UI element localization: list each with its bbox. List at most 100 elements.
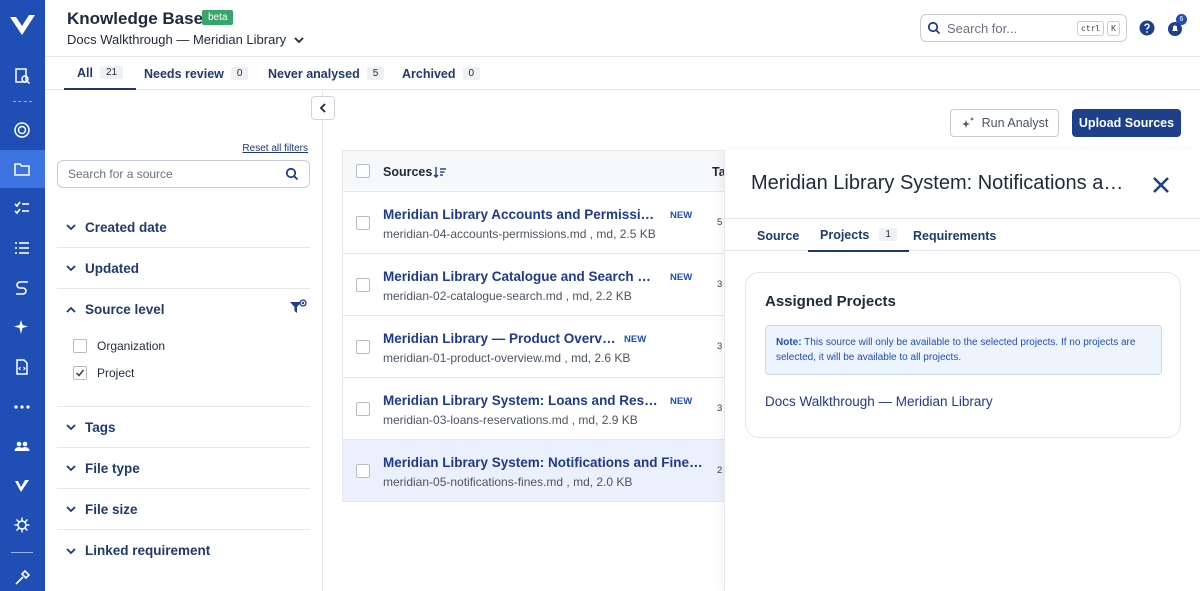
document-code-icon[interactable] (11, 356, 33, 378)
filter-file-size[interactable]: File size (57, 489, 310, 530)
chevron-up-icon (66, 306, 76, 313)
table-row[interactable]: Meridian Library Catalogue and Search Fu… (343, 254, 741, 316)
row-checkbox[interactable] (356, 340, 370, 354)
table-row[interactable]: Meridian Library System: Loans and Reser… (343, 378, 741, 440)
note-callout: Note: This source will only be available… (765, 325, 1162, 375)
chevron-down-icon (66, 506, 76, 513)
table-row[interactable]: Meridian Library Accounts and Permission… (343, 192, 741, 254)
page-title: Knowledge Base (67, 9, 204, 28)
filter-created-date[interactable]: Created date (57, 207, 310, 248)
search-placeholder: Search for... (947, 20, 1018, 36)
nav-rail (0, 0, 45, 591)
folder-icon[interactable] (11, 158, 33, 180)
chevron-down-icon (66, 424, 76, 431)
sparkle-icon[interactable] (11, 316, 33, 338)
assigned-projects-card: Assigned Projects Note: This source will… (745, 272, 1181, 438)
source-title[interactable]: Meridian Library — Product Overview (383, 331, 618, 346)
tag-count: 3 (717, 341, 723, 352)
tab-label: Source (757, 228, 800, 243)
tab-archived[interactable]: Archived 0 (402, 57, 481, 90)
tag-count: 3 (717, 279, 723, 290)
filter-linked-requirement[interactable]: Linked requirement (57, 530, 310, 571)
tab-requirements[interactable]: Requirements (913, 219, 996, 252)
tab-source[interactable]: Source (757, 219, 799, 252)
table-row[interactable]: Meridian Library — Product Overview NEW … (343, 316, 741, 378)
filter-active-icon[interactable] (289, 299, 307, 317)
tab-label: Archived (402, 66, 456, 81)
list-icon[interactable] (11, 237, 33, 259)
checklist-icon[interactable] (11, 197, 33, 219)
source-meta: meridian-01-product-overview.md , md, 2.… (383, 351, 631, 365)
row-checkbox[interactable] (356, 464, 370, 478)
global-search-input[interactable]: Search for... ctrl K (920, 14, 1127, 42)
source-search-input[interactable]: Search for a source (57, 160, 310, 188)
project-selector[interactable]: Docs Walkthrough — Meridian Library (67, 32, 306, 47)
select-all-checkbox[interactable] (356, 164, 370, 178)
option-label: Organization (97, 339, 166, 353)
note-text: This source will only be available to th… (776, 337, 1136, 363)
filter-source-level[interactable]: Source level (57, 289, 310, 330)
filter-file-type[interactable]: File type (57, 448, 310, 489)
tab-projects[interactable]: Projects 1 (808, 219, 909, 252)
beta-badge: beta (202, 10, 234, 25)
table-header: Sources Ta (343, 151, 741, 192)
row-checkbox[interactable] (356, 216, 370, 230)
tab-count: 0 (230, 67, 249, 80)
collapse-filters-button[interactable] (311, 96, 335, 120)
checkbox[interactable] (73, 339, 87, 353)
more-icon[interactable] (11, 396, 33, 418)
target-icon[interactable] (11, 119, 33, 141)
column-header-sources[interactable]: Sources (383, 165, 432, 179)
detail-title: Meridian Library System: Notifications a… (751, 172, 1124, 194)
search-icon (285, 167, 299, 181)
chevron-left-icon (319, 103, 326, 113)
tag-count: 5 (717, 217, 723, 228)
brand-v-icon[interactable] (11, 475, 33, 497)
assigned-project-link[interactable]: Docs Walkthrough — Meridian Library (765, 394, 993, 409)
source-title[interactable]: Meridian Library Accounts and Permission… (383, 207, 658, 222)
filter-tags[interactable]: Tags (57, 407, 310, 448)
team-icon[interactable] (11, 435, 33, 457)
tab-needs-review[interactable]: Needs review 0 (144, 57, 249, 90)
checkbox-checked[interactable] (73, 366, 87, 380)
sparkle-icon (961, 117, 974, 128)
help-icon[interactable] (1139, 20, 1155, 36)
run-analyst-button[interactable]: Run Analyst (950, 109, 1059, 137)
search-icon (927, 21, 941, 35)
tab-never-analysed[interactable]: Never analysed 5 (268, 57, 385, 90)
page-header: Knowledge Base beta Docs Walkthrough — M… (45, 0, 1200, 57)
flow-icon[interactable] (11, 277, 33, 299)
tab-label: All (77, 65, 93, 80)
sources-table: Sources Ta Meridian Library Accounts and… (342, 150, 742, 502)
source-title[interactable]: Meridian Library Catalogue and Search Fu… (383, 269, 658, 284)
tools-icon[interactable] (11, 567, 33, 589)
documents-search-icon[interactable] (11, 65, 33, 87)
table-row-selected[interactable]: Meridian Library System: Notifications a… (343, 440, 741, 502)
source-title[interactable]: Meridian Library System: Notifications a… (383, 455, 703, 470)
filter-updated[interactable]: Updated (57, 248, 310, 289)
app-logo-icon[interactable] (9, 13, 36, 37)
new-badge: NEW (624, 334, 647, 345)
chevron-down-icon (66, 547, 76, 554)
bug-icon[interactable] (11, 514, 33, 536)
reset-filters-link[interactable]: Reset all filters (242, 143, 308, 154)
source-title[interactable]: Meridian Library System: Loans and Reser… (383, 393, 658, 408)
note-label: Note: (776, 337, 802, 348)
row-checkbox[interactable] (356, 278, 370, 292)
new-badge: NEW (670, 210, 693, 221)
row-checkbox[interactable] (356, 402, 370, 416)
shortcut-key-k: K (1107, 20, 1120, 36)
source-search-placeholder: Search for a source (68, 167, 173, 181)
tab-all[interactable]: All 21 (64, 57, 137, 90)
source-level-option-project[interactable]: Project (73, 366, 134, 380)
chevron-down-icon (66, 465, 76, 472)
sort-icon[interactable] (433, 165, 447, 179)
upload-sources-button[interactable]: Upload Sources (1072, 109, 1181, 137)
tab-label: Never analysed (268, 66, 360, 81)
close-icon[interactable] (1149, 173, 1173, 197)
filter-label: Linked requirement (85, 543, 211, 558)
filter-label: File type (85, 460, 140, 476)
tag-count: 2 (717, 465, 723, 476)
source-level-option-organization[interactable]: Organization (73, 339, 165, 353)
detail-tabs: Source Projects 1 Requirements (725, 218, 1200, 252)
